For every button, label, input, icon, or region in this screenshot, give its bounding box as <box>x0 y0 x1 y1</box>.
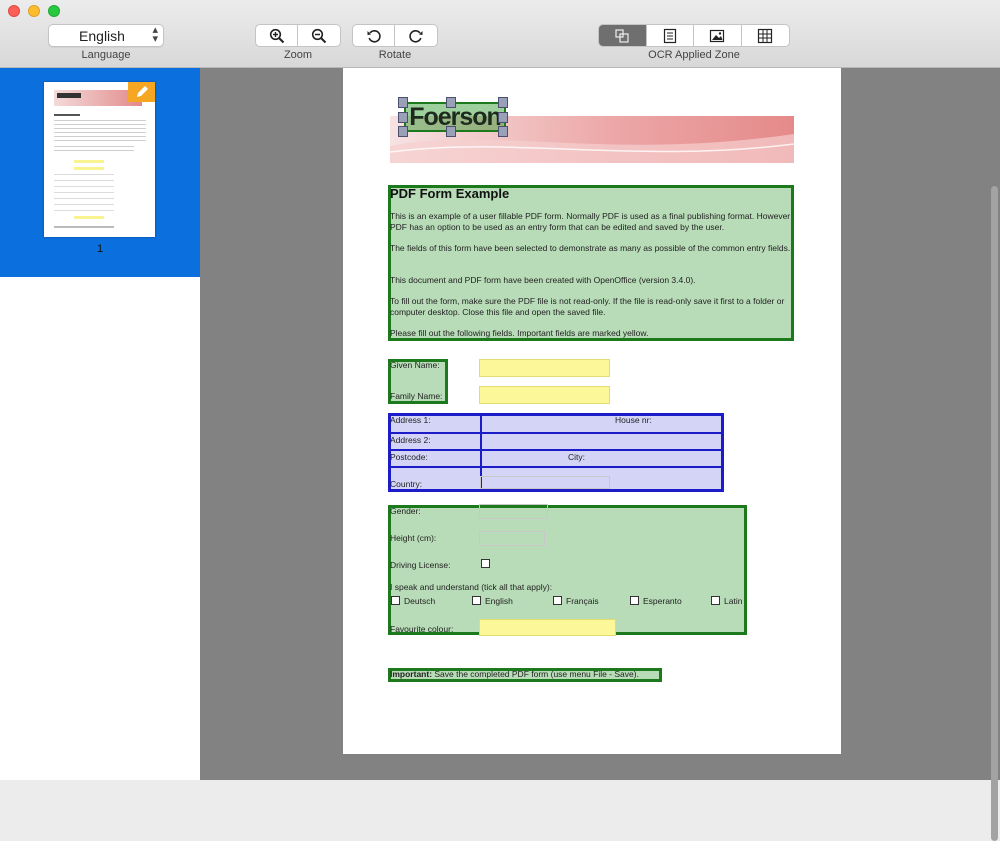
minimize-window-button[interactable] <box>28 5 40 17</box>
thumb-logo <box>57 93 81 98</box>
house-nr-label: House nr: <box>615 415 652 425</box>
table-divider <box>391 466 721 468</box>
language-select[interactable]: English ▴ ▾ <box>48 24 164 47</box>
family-name-field[interactable] <box>479 386 610 404</box>
zone-handle[interactable] <box>498 126 508 137</box>
zoom-out-button[interactable] <box>298 25 340 46</box>
rotate-left-icon <box>367 29 381 42</box>
ocr-zone-controls <box>598 24 790 47</box>
option-english: English <box>485 596 513 606</box>
thumb-text-lines-2 <box>54 146 134 154</box>
intro-paragraph-3: This document and PDF form have been cre… <box>390 275 696 285</box>
city-label: City: <box>568 452 585 462</box>
country-label: Country: <box>390 479 423 489</box>
height-label: Height (cm): <box>390 533 437 543</box>
zone-handle[interactable] <box>446 97 456 108</box>
languages-label: I speak and understand (tick all that ap… <box>390 582 553 592</box>
page-thumbnail[interactable] <box>44 82 155 237</box>
checkbox-esperanto[interactable] <box>630 596 639 605</box>
auto-zone-button[interactable] <box>599 25 647 46</box>
zone-handle[interactable] <box>498 97 508 108</box>
table-zone-button[interactable] <box>742 25 789 46</box>
gender-field[interactable] <box>479 504 548 519</box>
page-thumbnail-sidebar: 1 <box>0 68 200 780</box>
document-title: PDF Form Example <box>390 186 510 201</box>
intro-paragraph-2: The fields of this form have been select… <box>390 243 791 253</box>
checkbox-english[interactable] <box>472 596 481 605</box>
pencil-icon <box>137 86 148 97</box>
zoom-controls <box>255 24 341 47</box>
option-latin: Latin <box>724 596 743 606</box>
rotate-right-icon <box>409 29 423 42</box>
zone-handle[interactable] <box>498 112 508 123</box>
gender-label: Gender: <box>390 506 421 516</box>
page-number: 1 <box>96 243 104 255</box>
image-zone-button[interactable] <box>694 25 742 46</box>
height-field[interactable] <box>479 531 545 546</box>
checkbox-deutsch[interactable] <box>391 596 400 605</box>
important-text: Save the completed PDF form (use menu Fi… <box>432 669 639 679</box>
language-label: Language <box>81 49 131 61</box>
thumb-text-lines <box>54 120 146 142</box>
intro-paragraph-5: Please fill out the following fields. Im… <box>390 328 649 338</box>
ocr-zone-label: OCR Applied Zone <box>648 49 740 61</box>
toolbar: English ▴ ▾ Language Zoom Rotate OCR App… <box>0 0 1000 68</box>
zone-handle[interactable] <box>446 126 456 137</box>
thumb-field-2 <box>74 167 104 170</box>
thumb-footer-line <box>54 226 114 228</box>
rotate-left-button[interactable] <box>353 25 395 46</box>
edit-badge[interactable] <box>128 82 155 102</box>
driving-license-checkbox[interactable] <box>481 559 490 568</box>
driving-license-label: Driving License: <box>390 560 451 570</box>
thumb-title-line <box>54 114 80 116</box>
thumb-form-lines <box>54 174 114 214</box>
zoom-in-icon <box>269 28 284 43</box>
table-divider <box>391 432 721 434</box>
family-name-label: Family Name: <box>390 391 443 401</box>
option-esperanto: Esperanto <box>643 596 682 606</box>
language-value: English <box>79 28 125 44</box>
zone-handle[interactable] <box>398 112 408 123</box>
text-zone-icon <box>663 28 676 43</box>
checkbox-latin[interactable] <box>711 596 720 605</box>
favourite-colour-label: Favourite colour: <box>390 624 454 634</box>
zoom-out-icon <box>311 28 327 43</box>
thumb-field-3 <box>74 216 104 219</box>
country-field[interactable] <box>480 476 610 489</box>
rotate-label: Rotate <box>378 49 412 61</box>
zoom-label: Zoom <box>283 49 313 61</box>
image-zone-icon <box>710 29 725 42</box>
intro-paragraph-4: To fill out the form, make sure the PDF … <box>390 296 785 317</box>
important-bold: Important: <box>390 669 433 679</box>
zone-handle[interactable] <box>398 97 408 108</box>
postcode-label: Postcode: <box>390 452 428 462</box>
given-name-label: Given Name: <box>390 360 440 370</box>
text-zone-button[interactable] <box>647 25 694 46</box>
chevron-updown-icon: ▴ ▾ <box>152 24 158 45</box>
intro-paragraph-1: This is an example of a user fillable PD… <box>390 211 791 232</box>
option-deutsch: Deutsch <box>404 596 436 606</box>
document-page[interactable]: Foerson PDF Form Example This is an exam… <box>343 68 841 754</box>
zoom-window-button[interactable] <box>48 5 60 17</box>
page-thumbnail-item[interactable]: 1 <box>0 68 200 277</box>
zoom-in-button[interactable] <box>256 25 298 46</box>
important-note: Important: Save the completed PDF form (… <box>390 669 639 680</box>
close-window-button[interactable] <box>8 5 20 17</box>
given-name-field[interactable] <box>479 359 610 377</box>
rotate-controls <box>352 24 438 47</box>
zone-handle[interactable] <box>398 126 408 137</box>
option-francais: Français <box>566 596 599 606</box>
address2-label: Address 2: <box>390 435 431 445</box>
table-zone-icon <box>758 28 773 43</box>
checkbox-francais[interactable] <box>553 596 562 605</box>
vertical-scrollbar[interactable] <box>991 186 998 841</box>
rotate-right-button[interactable] <box>395 25 437 46</box>
favourite-colour-field[interactable] <box>479 619 616 636</box>
address1-label: Address 1: <box>390 415 431 425</box>
table-divider <box>391 449 721 451</box>
auto-zone-icon <box>615 28 629 43</box>
thumb-field-1 <box>74 160 104 163</box>
